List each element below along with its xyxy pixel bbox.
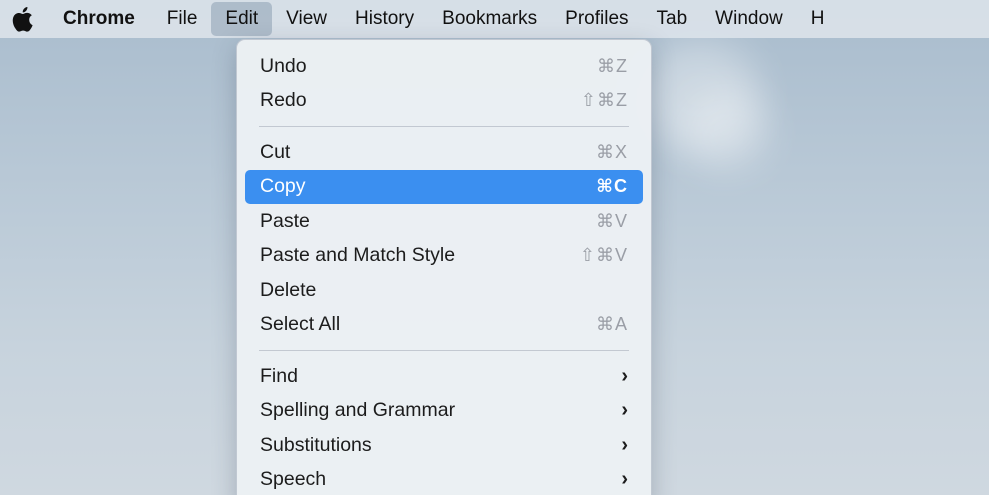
menu-chrome[interactable]: Chrome xyxy=(37,0,153,38)
chevron-right-icon: › xyxy=(621,364,628,387)
menu-item-paste-and-match-style[interactable]: Paste and Match Style ⇧⌘V xyxy=(245,239,643,274)
menu-item-redo[interactable]: Redo ⇧⌘Z xyxy=(245,84,643,119)
menu-item-find[interactable]: Find › xyxy=(245,359,643,394)
menu-file[interactable]: File xyxy=(153,0,212,38)
apple-logo-icon[interactable] xyxy=(7,0,37,38)
menu-window[interactable]: Window xyxy=(701,0,797,38)
chevron-right-icon: › xyxy=(621,433,628,456)
menu-item-select-all[interactable]: Select All ⌘A xyxy=(245,308,643,343)
menu-item-label: Delete xyxy=(260,278,317,301)
menu-item-label: Undo xyxy=(260,54,307,77)
menu-edit[interactable]: Edit xyxy=(211,2,273,36)
menu-item-undo[interactable]: Undo ⌘Z xyxy=(245,49,643,84)
menu-item-label: Find xyxy=(260,364,298,387)
menu-item-label: Substitutions xyxy=(260,433,372,456)
chevron-right-icon: › xyxy=(621,399,628,422)
menu-view[interactable]: View xyxy=(272,0,341,38)
menu-item-delete[interactable]: Delete xyxy=(245,273,643,308)
menu-bar: Chrome File Edit View History Bookmarks … xyxy=(0,0,989,38)
menu-item-label: Cut xyxy=(260,140,291,163)
menu-separator xyxy=(259,350,629,351)
menu-help[interactable]: H xyxy=(797,0,839,38)
shortcut-label: ⌘A xyxy=(595,314,628,335)
menu-item-label: Copy xyxy=(260,175,306,198)
menu-item-label: Redo xyxy=(260,89,307,112)
menu-history[interactable]: History xyxy=(341,0,428,38)
edit-menu-dropdown: Undo ⌘Z Redo ⇧⌘Z Cut ⌘X Copy ⌘C Paste ⌘V… xyxy=(236,39,652,495)
menu-item-substitutions[interactable]: Substitutions › xyxy=(245,428,643,463)
menu-item-label: Spelling and Grammar xyxy=(260,399,456,422)
menu-item-speech[interactable]: Speech › xyxy=(245,463,643,495)
menu-tab[interactable]: Tab xyxy=(643,0,702,38)
shortcut-label: ⌘C xyxy=(596,176,628,197)
shortcut-label: ⇧⌘V xyxy=(579,245,628,266)
menu-item-spelling-and-grammar[interactable]: Spelling and Grammar › xyxy=(245,394,643,429)
menu-profiles[interactable]: Profiles xyxy=(551,0,642,38)
menu-separator xyxy=(259,126,629,127)
menu-item-copy[interactable]: Copy ⌘C xyxy=(245,169,643,204)
menu-bookmarks[interactable]: Bookmarks xyxy=(428,0,551,38)
menu-item-label: Paste and Match Style xyxy=(260,244,456,267)
menu-item-label: Select All xyxy=(260,313,341,336)
menu-item-label: Paste xyxy=(260,209,310,232)
menu-item-label: Speech xyxy=(260,468,327,491)
chevron-right-icon: › xyxy=(621,468,628,491)
shortcut-label: ⇧⌘Z xyxy=(580,90,628,111)
shortcut-label: ⌘Z xyxy=(597,55,628,76)
shortcut-label: ⌘V xyxy=(595,210,628,231)
menu-item-cut[interactable]: Cut ⌘X xyxy=(245,135,643,170)
shortcut-label: ⌘X xyxy=(595,141,628,162)
menu-item-paste[interactable]: Paste ⌘V xyxy=(245,204,643,239)
wallpaper-cloud xyxy=(680,90,770,170)
